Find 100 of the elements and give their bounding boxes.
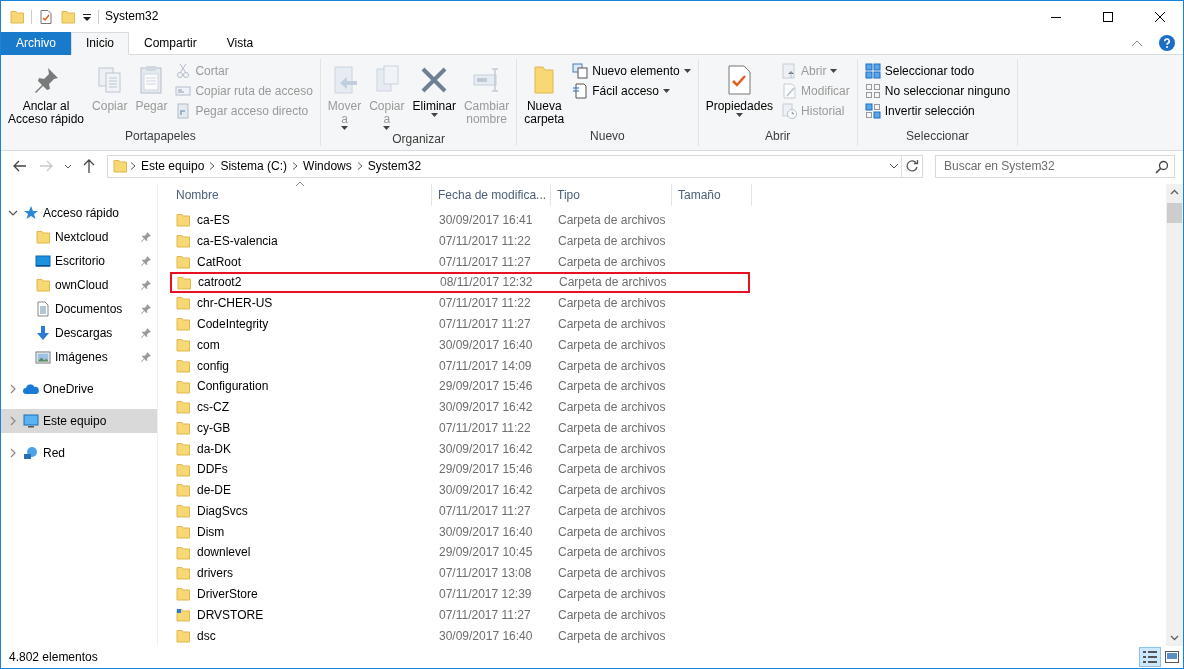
- file-name[interactable]: dsc: [197, 628, 216, 643]
- file-row[interactable]: config 07/11/2017 14:09 Carpeta de archivos: [170, 355, 750, 377]
- type-cell-text: Carpeta de archivos: [557, 483, 667, 498]
- details-view-button[interactable]: [1139, 647, 1161, 667]
- file-menu-tab[interactable]: Archivo: [1, 32, 71, 55]
- ribbon-tab[interactable]: Inicio: [71, 32, 130, 55]
- file-row[interactable]: chr-CHER-US 07/11/2017 11:22 Carpeta de archivos: [170, 293, 750, 314]
- properties-icon[interactable]: [38, 8, 54, 25]
- easy-access-button[interactable]: Fácil acceso: [569, 82, 694, 100]
- file-row[interactable]: de-DE 30/09/2017 16:42 Carpeta de archivos: [170, 479, 750, 501]
- file-name[interactable]: DriverStore: [197, 586, 258, 602]
- chevron-up-icon[interactable]: [1131, 39, 1143, 47]
- folder-icon: [175, 565, 191, 582]
- file-row[interactable]: cs-CZ 30/09/2017 16:42 Carpeta de archivos: [170, 396, 750, 418]
- file-row[interactable]: catroot2 08/11/2017 12:32 Carpeta de archivos: [170, 272, 750, 294]
- file-name[interactable]: DiagSvcs: [197, 503, 248, 519]
- file-row[interactable]: dsc 30/09/2017 16:40 Carpeta de archivos: [170, 625, 750, 647]
- file-row[interactable]: DriverStore 07/11/2017 12:39 Carpeta de archivos: [170, 583, 750, 605]
- nav-item[interactable]: OneDrive: [1, 377, 157, 401]
- file-name[interactable]: Configuration: [197, 379, 269, 394]
- file-name[interactable]: catroot2: [198, 275, 242, 290]
- file-name[interactable]: CatRoot: [197, 254, 242, 270]
- search-field[interactable]: Buscar en System32: [935, 154, 1175, 178]
- nav-item[interactable]: Red: [1, 441, 157, 465]
- properties-button[interactable]: Propiedades: [702, 62, 777, 119]
- nav-item[interactable]: Este equipo: [1, 409, 157, 433]
- window-title: System32: [105, 9, 159, 24]
- type-cell-text: Carpeta de archivos: [558, 275, 668, 290]
- folder-icon: [175, 440, 191, 457]
- nav-item[interactable]: Escritorio: [1, 249, 157, 273]
- chevron-right-icon[interactable]: [8, 448, 18, 458]
- file-row[interactable]: com 30/09/2017 16:40 Carpeta de archivos: [170, 334, 750, 356]
- file-name[interactable]: config: [197, 358, 230, 373]
- file-row[interactable]: DRVSTORE 07/11/2017 11:27 Carpeta de archivos: [170, 604, 750, 626]
- search-icon: [1155, 159, 1169, 174]
- new-folder-button[interactable]: Nueva carpeta: [521, 62, 568, 128]
- breadcrumb[interactable]: Sistema (C:): [217, 158, 291, 174]
- column-header[interactable]: Fecha de modifica...: [432, 184, 551, 206]
- file-name[interactable]: DRVSTORE: [197, 607, 264, 623]
- file-name[interactable]: chr-CHER-US: [197, 296, 273, 311]
- nav-item[interactable]: Descargas: [1, 321, 157, 345]
- breadcrumb[interactable]: Windows: [300, 158, 355, 174]
- address-bar[interactable]: Este equipo Sistema (C:) Windows System32: [107, 154, 923, 178]
- nav-item[interactable]: Nextcloud: [1, 225, 157, 249]
- new-item-button[interactable]: Nuevo elemento: [569, 62, 694, 80]
- nav-label: Nextcloud: [55, 229, 110, 245]
- file-name[interactable]: da-DK: [197, 441, 231, 456]
- nav-item[interactable]: ownCloud: [1, 273, 157, 297]
- nav-item[interactable]: Documentos: [1, 297, 157, 321]
- column-header[interactable]: Tamaño: [672, 184, 752, 206]
- file-name[interactable]: cs-CZ: [197, 400, 229, 415]
- file-row[interactable]: Dism 30/09/2017 16:40 Carpeta de archivos: [170, 521, 750, 543]
- nav-item[interactable]: Acceso rápido: [1, 201, 157, 225]
- file-row[interactable]: DDFs 29/09/2017 15:46 Carpeta de archivos: [170, 459, 750, 480]
- file-row[interactable]: CodeIntegrity 07/11/2017 11:27 Carpeta de archivos: [170, 313, 750, 335]
- breadcrumb[interactable]: System32: [364, 158, 425, 174]
- file-row[interactable]: DiagSvcs 07/11/2017 11:27 Carpeta de archivos: [170, 500, 750, 522]
- invert-selection-button[interactable]: Invertir selección: [861, 102, 1014, 120]
- nav-label: OneDrive: [43, 381, 95, 397]
- scroll-thumb[interactable]: [1167, 203, 1182, 223]
- column-header[interactable]: Nombre: [170, 184, 432, 206]
- file-row[interactable]: Configuration 29/09/2017 15:46 Carpeta de archivos: [170, 376, 750, 397]
- dropdown-icon[interactable]: [889, 162, 899, 170]
- file-row[interactable]: cy-GB 07/11/2017 11:22 Carpeta de archivos: [170, 417, 750, 439]
- file-row[interactable]: CatRoot 07/11/2017 11:27 Carpeta de archivos: [170, 251, 750, 273]
- file-name[interactable]: cy-GB: [197, 420, 231, 436]
- file-name[interactable]: drivers: [197, 566, 233, 581]
- file-name[interactable]: ca-ES-valencia: [197, 233, 278, 249]
- file-row[interactable]: ca-ES 30/09/2017 16:41 Carpeta de archivos: [170, 210, 750, 231]
- chevron-right-icon[interactable]: [8, 384, 18, 394]
- breadcrumb[interactable]: Este equipo: [138, 158, 208, 174]
- file-name[interactable]: CodeIntegrity: [197, 317, 269, 332]
- nav-item[interactable]: Imágenes: [1, 345, 157, 369]
- select-none-button[interactable]: No seleccionar ninguno: [861, 82, 1014, 100]
- caret-icon: [683, 69, 691, 73]
- file-row[interactable]: drivers 07/11/2017 13:08 Carpeta de archivos: [170, 563, 750, 584]
- column-header[interactable]: Tipo: [551, 184, 672, 206]
- file-row[interactable]: da-DK 30/09/2017 16:42 Carpeta de archivos: [170, 438, 750, 460]
- file-name[interactable]: com: [197, 337, 220, 353]
- file-name[interactable]: ca-ES: [197, 213, 230, 228]
- delete-button[interactable]: Eliminar: [409, 62, 459, 119]
- date-cell-text: 30/09/2017 16:41: [438, 213, 534, 228]
- date-cell-text: 30/09/2017 16:40: [438, 337, 534, 353]
- file-name[interactable]: DDFs: [197, 462, 228, 477]
- folder-icon: [175, 586, 191, 603]
- ribbon-tab[interactable]: Compartir: [129, 32, 212, 55]
- file-name[interactable]: Dism: [197, 524, 225, 540]
- cloud-icon: [23, 381, 39, 397]
- file-name[interactable]: downlevel: [197, 545, 251, 560]
- select-all-button[interactable]: Seleccionar todo: [861, 62, 1014, 80]
- chevron-down-icon[interactable]: [8, 208, 18, 218]
- file-row[interactable]: ca-ES-valencia 07/11/2017 11:22 Carpeta de archivos: [170, 230, 750, 252]
- folder-icon: [112, 158, 128, 174]
- pin-button[interactable]: Anclar al Acceso rápido: [5, 62, 88, 128]
- scrollbar[interactable]: [1166, 184, 1183, 646]
- ribbon-tab[interactable]: Vista: [211, 32, 269, 55]
- type-cell-text: Carpeta de archivos: [557, 296, 667, 311]
- file-row[interactable]: downlevel 29/09/2017 10:45 Carpeta de archivos: [170, 542, 750, 564]
- help-icon[interactable]: [1159, 35, 1175, 51]
- file-name[interactable]: de-DE: [197, 483, 231, 498]
